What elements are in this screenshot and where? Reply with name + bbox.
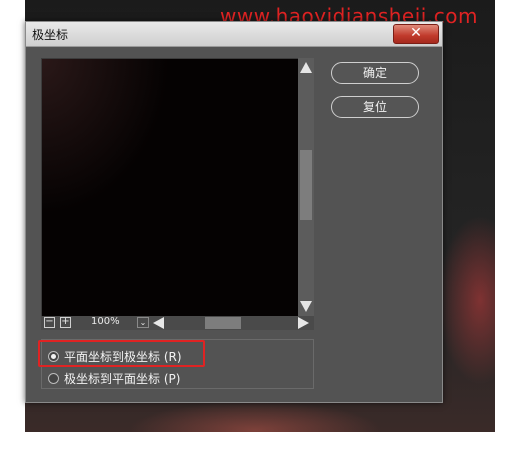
reset-button[interactable]: 复位	[331, 96, 419, 118]
radio-unselected-icon[interactable]	[48, 373, 59, 384]
option-polar-to-rect-label: 极坐标到平面坐标 (P)	[64, 372, 181, 386]
horizontal-scroll-thumb[interactable]	[205, 317, 241, 329]
zoom-dropdown-icon[interactable]: ⌄	[137, 317, 149, 328]
vertical-scroll-thumb[interactable]	[300, 150, 312, 220]
highlight-annotation	[38, 340, 205, 367]
preview-toolbar: − + 100% ⌄	[41, 316, 314, 330]
close-button[interactable]: ✕	[393, 24, 439, 44]
scroll-down-icon[interactable]	[300, 301, 312, 312]
zoom-out-button[interactable]: −	[44, 317, 55, 328]
page-margin	[495, 0, 517, 462]
scroll-left-icon[interactable]	[153, 317, 164, 329]
ok-button[interactable]: 确定	[331, 62, 419, 84]
zoom-in-button[interactable]: +	[60, 317, 71, 328]
close-icon: ✕	[410, 25, 422, 41]
scroll-up-icon[interactable]	[300, 62, 312, 73]
option-polar-to-rect[interactable]: 极坐标到平面坐标 (P)	[48, 370, 180, 386]
preview-area[interactable]	[41, 58, 299, 318]
zoom-level: 100%	[91, 316, 120, 327]
vertical-scrollbar[interactable]	[298, 58, 314, 316]
dialog-titlebar[interactable]: 极坐标 ✕	[26, 22, 442, 47]
dialog-title: 极坐标	[32, 28, 69, 42]
scroll-right-icon[interactable]	[298, 317, 309, 329]
